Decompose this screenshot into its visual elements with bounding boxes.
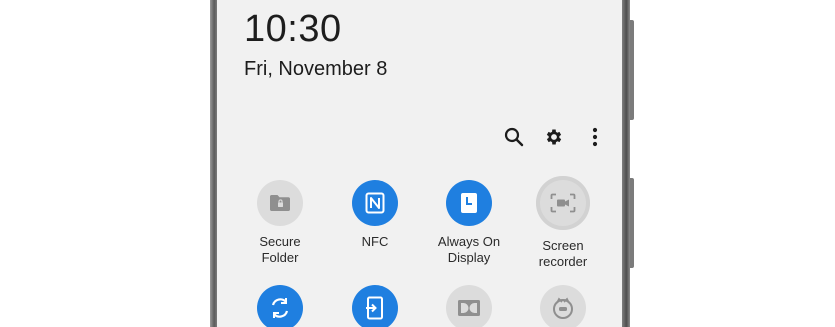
tile-dolby-atmos[interactable] xyxy=(424,285,514,327)
gear-icon xyxy=(546,129,562,145)
auto-rotate-icon xyxy=(271,298,289,318)
tile-screen-recorder-toggle[interactable] xyxy=(536,176,590,230)
more-vertical-icon xyxy=(592,127,598,147)
tile-game-toggle[interactable] xyxy=(540,285,586,327)
settings-button[interactable] xyxy=(541,124,567,150)
tile-smart-view[interactable] xyxy=(330,285,420,327)
game-icon xyxy=(553,297,573,319)
more-options-button[interactable] xyxy=(582,124,608,150)
screenshot-stage: 10:30 Fri, November 8 Secure Folder NFC … xyxy=(0,0,835,327)
search-icon xyxy=(504,127,524,147)
dolby-atmos-icon xyxy=(458,300,480,316)
quick-panel-actions xyxy=(217,124,622,150)
tile-always-on-display[interactable]: Always On Display xyxy=(424,180,514,266)
tile-secure-folder-label: Secure Folder xyxy=(259,234,301,265)
phone-frame-left xyxy=(210,0,217,327)
tile-secure-folder-toggle[interactable] xyxy=(257,180,303,226)
tile-secure-folder[interactable]: Secure Folder xyxy=(235,180,325,266)
clock-date: Fri, November 8 xyxy=(244,58,388,80)
tile-always-on-display-label: Always On Display xyxy=(437,234,501,265)
quick-panel: 10:30 Fri, November 8 Secure Folder NFC … xyxy=(217,0,622,327)
tile-nfc[interactable]: NFC xyxy=(330,180,420,250)
volume-button xyxy=(630,20,634,120)
clock-time: 10:30 xyxy=(244,8,342,50)
tile-smart-view-toggle[interactable] xyxy=(352,285,398,327)
phone-frame-right xyxy=(622,0,630,327)
tile-game[interactable] xyxy=(518,285,608,327)
smart-view-icon xyxy=(366,296,383,320)
tile-auto-rotate[interactable] xyxy=(235,285,325,327)
always-on-display-icon xyxy=(461,193,477,213)
screen-recorder-icon xyxy=(550,193,576,213)
tile-auto-rotate-toggle[interactable] xyxy=(257,285,303,327)
nfc-icon xyxy=(365,192,385,214)
tile-screen-recorder-label: Screen recorder xyxy=(538,238,588,269)
tile-screen-recorder[interactable]: Screen recorder xyxy=(518,176,608,270)
search-button[interactable] xyxy=(501,124,527,150)
tile-always-on-display-toggle[interactable] xyxy=(446,180,492,226)
power-button xyxy=(630,178,634,268)
folder-lock-icon xyxy=(270,195,290,211)
tile-nfc-toggle[interactable] xyxy=(352,180,398,226)
tile-nfc-label: NFC xyxy=(361,234,389,249)
tile-dolby-atmos-toggle[interactable] xyxy=(446,285,492,327)
